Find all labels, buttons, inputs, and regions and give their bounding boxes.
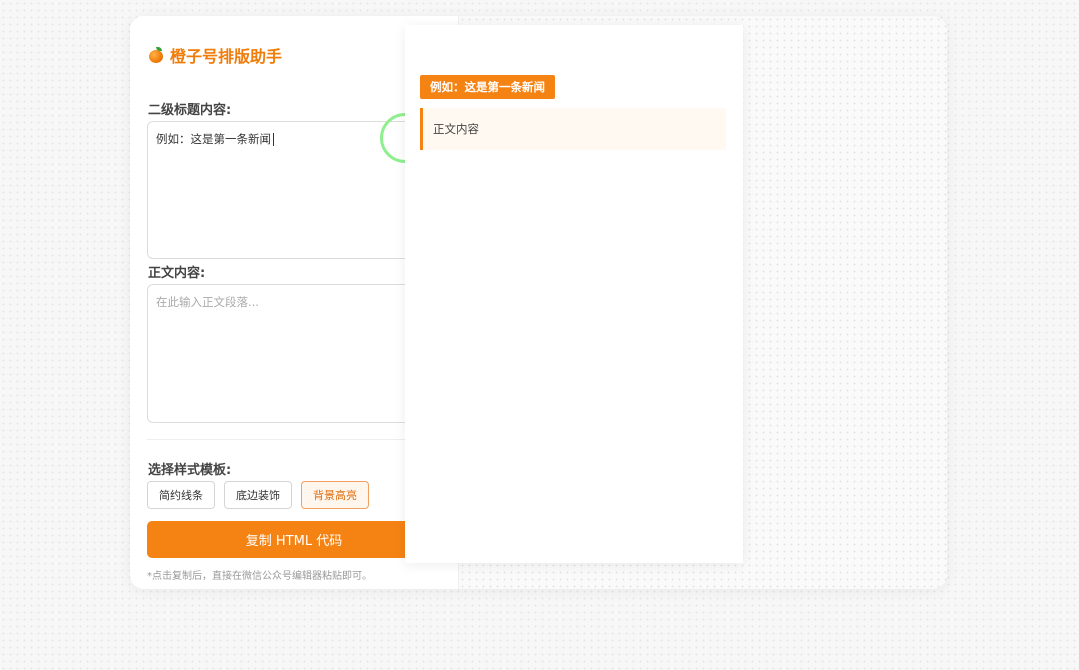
template-button-bottom-border[interactable]: 底边装饰 [224,481,292,509]
hint-text: *点击复制后，直接在微信公众号编辑器粘贴即可。 [147,571,372,582]
h2-input-value: 例如：这是第一条新闻 [156,132,271,146]
app-title: 橙子号排版助手 [148,44,282,66]
preview-body: 正文内容 [420,108,726,150]
template-button-highlight[interactable]: 背景高亮 [301,481,369,509]
template-label: 选择样式模板: [148,463,232,478]
h2-input[interactable]: 例如：这是第一条新闻 [147,121,441,259]
copy-html-button[interactable]: 复制 HTML 代码 [147,521,441,558]
body-input-placeholder: 在此输入正文段落... [156,295,259,309]
app-title-text: 橙子号排版助手 [170,47,283,66]
body-label: 正文内容: [148,266,206,281]
body-input[interactable]: 在此输入正文段落... [147,284,441,423]
template-button-simple-line[interactable]: 简约线条 [147,481,215,509]
text-caret [273,133,274,146]
divider [147,439,441,440]
h2-label: 二级标题内容: [148,103,232,118]
orange-icon [148,47,164,63]
preview-h2: 例如：这是第一条新闻 [420,75,555,99]
preview-page: 例如：这是第一条新闻 正文内容 [405,25,743,563]
